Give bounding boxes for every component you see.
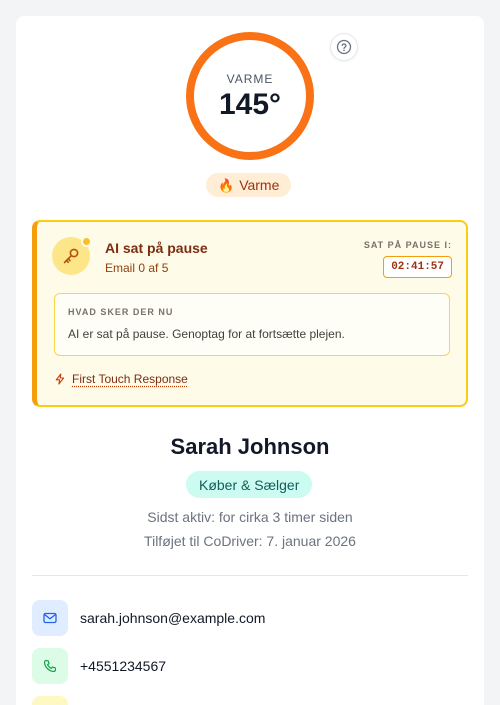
last-active-text: Sidst aktiv: for cirka 3 timer siden [147,509,353,525]
phone-number: +4551234567 [80,658,167,674]
contact-card: VARME 145° 🔥 Varme AI sat på pause Email… [16,16,484,705]
paused-label: SAT PÅ PAUSE I: [363,240,452,250]
info-heading: HVAD SKER DER NU [68,307,174,317]
sequence-link-label: First Touch Response [72,372,188,386]
email-address: sarah.johnson@example.com [80,610,266,626]
phone-icon-box [32,648,68,684]
email-row[interactable]: sarah.johnson@example.com [32,600,265,636]
heat-badge: 🔥 Varme [206,173,292,197]
sequence-link[interactable]: First Touch Response [54,372,188,386]
role-badge: Køber & Sælger [186,471,313,498]
ai-status-title: AI sat på pause [105,240,208,256]
phone-row[interactable]: +4551234567 [32,648,166,684]
question-icon [336,39,352,55]
info-text: AI er sat på pause. Genoptag for at fort… [68,327,345,341]
phone-icon [43,659,57,673]
added-date-text: Tilføjet til CoDriver: 7. januar 2026 [144,533,356,549]
lightning-icon [55,373,65,385]
help-button[interactable] [330,33,358,61]
mail-icon [43,612,57,624]
heat-gauge: VARME 145° [186,32,314,160]
ai-status-subtitle: Email 0 af 5 [105,261,169,275]
divider [32,575,468,576]
flame-icon: 🔥 [218,177,235,193]
email-icon-box [32,600,68,636]
heat-gauge-value: 145° [218,88,282,121]
key-icon [63,248,79,264]
next-row-icon-box [32,696,68,705]
heat-badge-label: Varme [239,177,280,193]
status-dot [81,236,92,247]
pause-timer: 02:41:57 [383,256,452,278]
heat-gauge-label: VARME [226,72,274,86]
next-row [32,696,68,705]
info-box: HVAD SKER DER NU AI er sat på pause. Gen… [54,293,450,356]
contact-name: Sarah Johnson [170,434,330,459]
ai-paused-panel: AI sat på pause Email 0 af 5 SAT PÅ PAUS… [32,220,468,407]
